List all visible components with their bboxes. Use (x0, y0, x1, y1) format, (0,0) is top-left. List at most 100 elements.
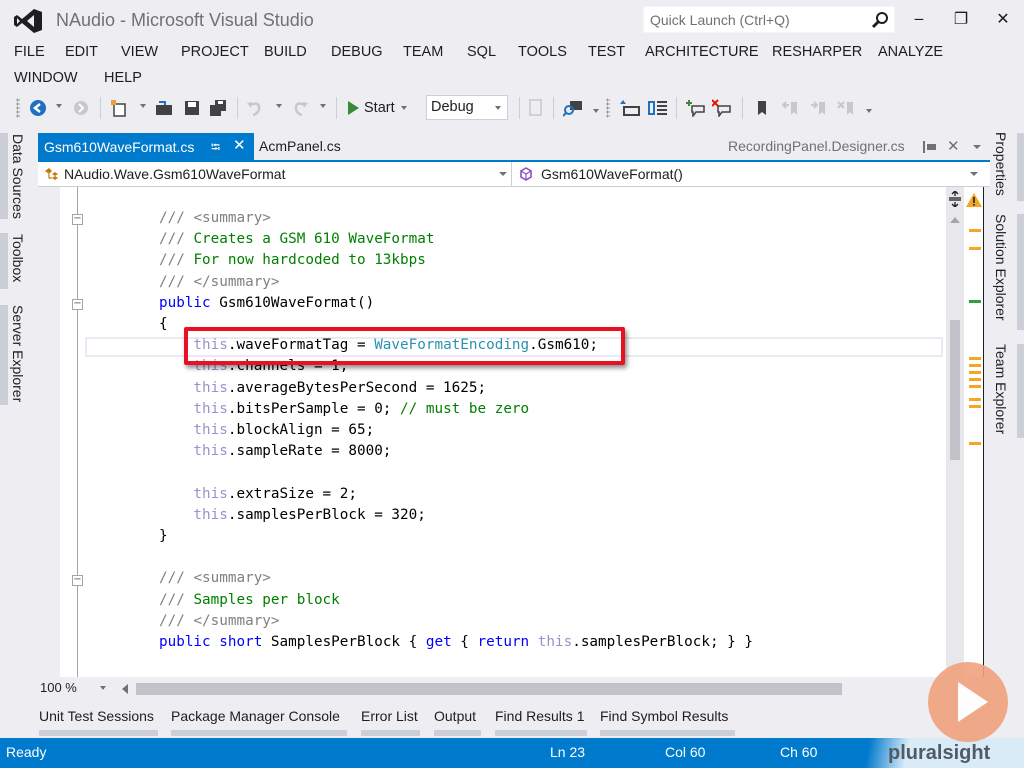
solution-configuration-select[interactable]: Debug (426, 95, 508, 120)
side-tab-server-explorer[interactable]: Server Explorer (10, 305, 26, 402)
side-tab-toolbox[interactable]: Toolbox (10, 234, 26, 282)
code-line[interactable]: /// </summary> (159, 272, 280, 293)
code-line[interactable]: /// Creates a GSM 610 WaveFormat (159, 229, 434, 250)
previous-bookmark-button[interactable] (780, 97, 800, 119)
toolbar-grip[interactable] (606, 98, 610, 118)
change-marker[interactable] (969, 300, 981, 303)
navigate-back-button[interactable] (28, 97, 48, 119)
tab-recordingpanel-designer[interactable]: RecordingPanel.Designer.cs (728, 138, 905, 154)
toolbar-overflow[interactable] (866, 109, 872, 113)
warning-marker[interactable] (969, 398, 981, 401)
add-comment-button[interactable] (686, 97, 706, 119)
navigate-back-dropdown[interactable] (56, 104, 62, 108)
code-line[interactable]: public short SamplesPerBlock { get { ret… (159, 632, 753, 653)
find-in-files-button[interactable] (563, 97, 583, 119)
warning-marker[interactable] (969, 357, 981, 360)
start-debugging-button[interactable]: Start (346, 96, 407, 120)
bottom-tab-find-results-1[interactable]: Find Results 1 (495, 708, 584, 724)
next-bookmark-button[interactable] (808, 97, 828, 119)
search-icon[interactable] (870, 10, 890, 30)
bottom-tab-package-manager-console[interactable]: Package Manager Console (171, 708, 340, 724)
menu-help[interactable]: HELP (104, 70, 142, 86)
close-preview-icon[interactable]: ✕ (947, 137, 960, 155)
menu-sql[interactable]: SQL (467, 44, 496, 60)
scroll-left-icon[interactable] (122, 684, 128, 694)
menu-test[interactable]: TEST (588, 44, 625, 60)
scroll-up-icon[interactable] (950, 217, 960, 223)
side-tab-data-sources[interactable]: Data Sources (10, 134, 26, 219)
toolbar-overflow[interactable] (593, 109, 599, 113)
code-line[interactable]: /// Samples per block (159, 590, 340, 611)
menu-view[interactable]: VIEW (121, 44, 158, 60)
bottom-tab-find-symbol-results[interactable]: Find Symbol Results (600, 708, 728, 724)
pin-icon[interactable]: ⭾ (211, 138, 220, 159)
zoom-level-select[interactable]: 100 % (40, 680, 114, 698)
bottom-tab-unit-test-sessions[interactable]: Unit Test Sessions (39, 708, 154, 724)
save-all-button[interactable] (208, 97, 228, 119)
warning-marker[interactable] (969, 385, 981, 388)
collapse-summary-icon[interactable]: − (72, 575, 83, 586)
code-editor[interactable]: − − − /// <summary>/// Creates a GSM 610… (38, 187, 948, 677)
remove-comment-button[interactable] (712, 97, 732, 119)
tab-overflow-icon[interactable] (973, 145, 981, 149)
warning-marker[interactable] (969, 247, 981, 250)
warning-marker[interactable] (969, 442, 981, 445)
play-icon[interactable] (928, 662, 1008, 742)
menu-window[interactable]: WINDOW (14, 70, 78, 86)
redo-button[interactable] (290, 97, 310, 119)
minimize-button[interactable]: ‒ (904, 6, 934, 30)
save-button[interactable] (182, 97, 202, 119)
side-tab-team-explorer[interactable]: Team Explorer (993, 344, 1009, 434)
menu-analyze[interactable]: ANALYZE (878, 44, 943, 60)
collapse-summary-icon[interactable]: − (72, 214, 83, 225)
menu-resharper[interactable]: RESHARPER (772, 44, 862, 60)
toolbar-grip[interactable] (16, 98, 20, 118)
code-line[interactable]: /// For now hardcoded to 13kbps (159, 250, 426, 271)
code-line[interactable]: this.sampleRate = 8000; (159, 441, 391, 462)
side-tab-solution-explorer[interactable]: Solution Explorer (993, 214, 1009, 321)
close-window-button[interactable]: ✕ (988, 6, 1018, 30)
menu-edit[interactable]: EDIT (65, 44, 98, 60)
quick-launch-input[interactable] (644, 7, 864, 32)
collapse-method-icon[interactable]: − (72, 299, 83, 310)
keep-open-icon[interactable] (923, 141, 937, 153)
undo-button[interactable] (245, 97, 265, 119)
code-line[interactable]: this.extraSize = 2; (159, 484, 357, 505)
code-line[interactable]: /// <summary> (159, 568, 271, 589)
clear-bookmarks-button[interactable] (836, 97, 856, 119)
undo-dropdown[interactable] (276, 104, 282, 108)
type-dropdown[interactable]: NAudio.Wave.Gsm610WaveFormat (38, 162, 512, 186)
split-window-icon[interactable] (948, 191, 962, 207)
menu-debug[interactable]: DEBUG (331, 44, 383, 60)
horizontal-scroll-thumb[interactable] (136, 683, 842, 695)
code-line[interactable]: this.blockAlign = 65; (159, 420, 374, 441)
side-tab-properties[interactable]: Properties (993, 132, 1009, 196)
warning-marker[interactable] (969, 405, 981, 408)
warning-marker[interactable] (969, 229, 981, 232)
menu-architecture[interactable]: ARCHITECTURE (645, 44, 759, 60)
new-project-button[interactable] (109, 97, 129, 119)
tab-gsm610waveformat[interactable]: Gsm610WaveFormat.cs ⭾ ✕ (38, 133, 254, 160)
outline-button[interactable] (648, 97, 668, 119)
start-dropdown[interactable] (400, 106, 407, 110)
vertical-scrollbar[interactable] (946, 187, 964, 677)
bottom-tab-error-list[interactable]: Error List (361, 708, 418, 724)
code-line[interactable]: /// <summary> (159, 208, 271, 229)
code-line[interactable]: public Gsm610WaveFormat() (159, 293, 374, 314)
code-line[interactable]: } (159, 526, 168, 547)
warning-marker[interactable] (969, 364, 981, 367)
code-line[interactable]: this.averageBytesPerSecond = 1625; (159, 378, 486, 399)
open-file-button[interactable] (154, 97, 174, 119)
bottom-tab-output[interactable]: Output (434, 708, 476, 724)
navigate-forward-button[interactable] (71, 97, 91, 119)
member-dropdown[interactable]: Gsm610WaveFormat() (513, 162, 990, 186)
restore-button[interactable]: ❐ (946, 6, 976, 30)
code-line[interactable]: this.samplesPerBlock = 320; (159, 505, 425, 526)
warning-marker[interactable] (969, 371, 981, 374)
menu-team[interactable]: TEAM (403, 44, 443, 60)
code-line[interactable]: this.bitsPerSample = 0; // must be zero (159, 399, 529, 420)
warning-marker[interactable] (969, 378, 981, 381)
warning-icon[interactable] (966, 193, 982, 207)
redo-dropdown[interactable] (320, 104, 326, 108)
menu-project[interactable]: PROJECT (181, 44, 249, 60)
